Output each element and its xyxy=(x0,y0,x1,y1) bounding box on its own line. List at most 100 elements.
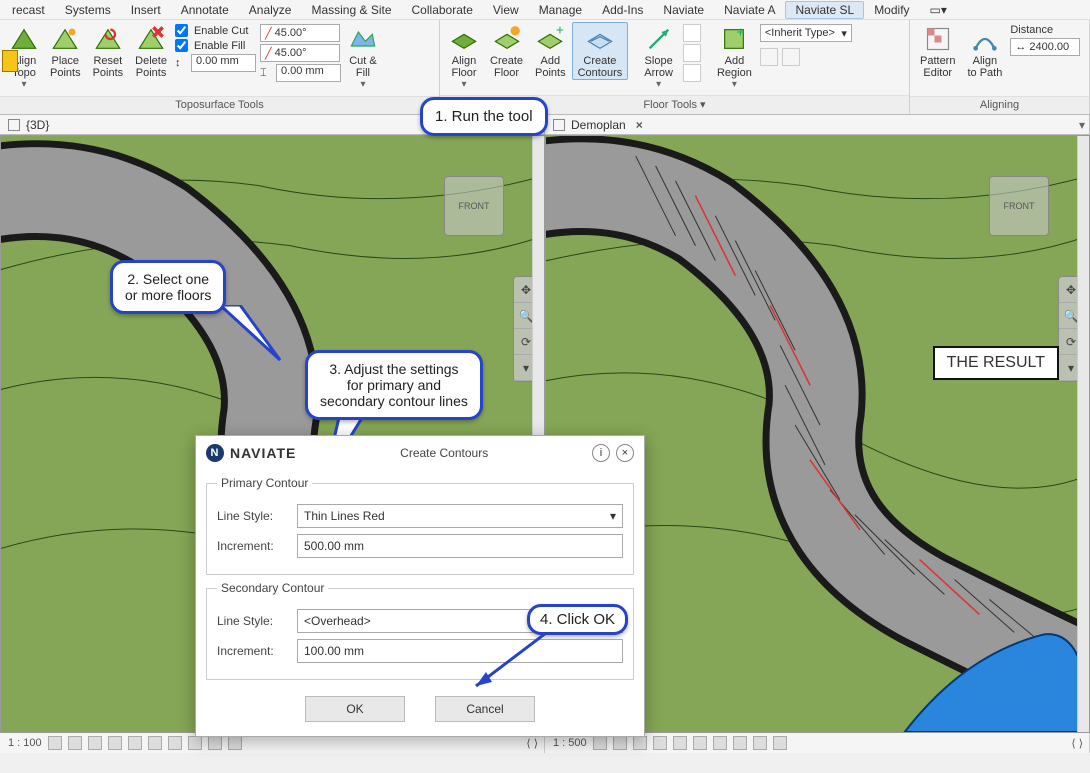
align-floor-button[interactable]: Align Floor ▾ xyxy=(444,22,484,90)
menu-item[interactable]: Add-Ins xyxy=(592,1,653,19)
menu-item[interactable]: Modify xyxy=(864,1,919,19)
status-icon[interactable] xyxy=(773,736,787,750)
place-points-button[interactable]: Place Points xyxy=(44,22,87,79)
status-icon[interactable] xyxy=(613,736,627,750)
view-icon xyxy=(553,119,565,131)
status-icon[interactable] xyxy=(208,736,222,750)
secondary-contour-group: Secondary Contour Line Style: <Overhead>… xyxy=(206,581,634,680)
status-icon[interactable] xyxy=(753,736,767,750)
offset2-input[interactable]: 0.00 mm xyxy=(276,64,341,82)
view-dropdown[interactable]: ▾ xyxy=(1079,118,1085,132)
status-icon[interactable] xyxy=(128,736,142,750)
viewcube[interactable]: FRONT xyxy=(444,176,504,236)
mini-tool-1[interactable] xyxy=(683,24,701,42)
inherit-type-select[interactable]: <Inherit Type>▾ xyxy=(760,24,852,42)
add-region-button[interactable]: + Add Region ▾ xyxy=(711,22,758,90)
scroll-handle[interactable]: ⟨ ⟩ xyxy=(1071,737,1083,750)
menu-item[interactable]: Analyze xyxy=(239,1,302,19)
status-icon[interactable] xyxy=(48,736,62,750)
callout-2-tail xyxy=(210,305,290,365)
reset-icon xyxy=(94,25,122,53)
status-icon[interactable] xyxy=(653,736,667,750)
status-icon[interactable] xyxy=(713,736,727,750)
pattern-editor-button[interactable]: Pattern Editor xyxy=(914,22,961,79)
reset-points-button[interactable]: Reset Points xyxy=(87,22,130,79)
offset1-input[interactable]: 0.00 mm xyxy=(191,54,256,72)
create-contours-dialog: NNAVIATE Create Contours i × Primary Con… xyxy=(195,435,645,737)
primary-increment-input[interactable]: 500.00 mm xyxy=(297,534,623,558)
region-tool-b[interactable] xyxy=(782,48,800,66)
ribbon: Align Topo ▾ Place Points Reset Points D… xyxy=(0,20,1090,115)
view-tab-left[interactable]: {3D} xyxy=(26,118,49,132)
scroll-handle[interactable]: ⟨ ⟩ xyxy=(526,737,538,750)
alignfloor-icon xyxy=(450,25,478,53)
menu-item-active[interactable]: Naviate SL xyxy=(785,1,864,19)
contours-icon xyxy=(586,25,614,53)
side-badge xyxy=(2,50,18,72)
status-icon[interactable] xyxy=(68,736,82,750)
viewcube[interactable]: FRONT xyxy=(989,176,1049,236)
enable-fill-label: Enable Fill xyxy=(194,40,245,52)
topo-icon xyxy=(10,25,38,53)
create-floor-button[interactable]: Create Floor xyxy=(484,22,529,79)
menu-item[interactable]: Systems xyxy=(55,1,121,19)
enable-fill-checkbox[interactable] xyxy=(175,39,188,52)
menu-item[interactable]: Manage xyxy=(529,1,592,19)
callout-4-arrow xyxy=(466,628,566,698)
mini-tool-2[interactable] xyxy=(683,44,701,62)
status-icon[interactable] xyxy=(188,736,202,750)
menu-item[interactable]: recast xyxy=(2,1,55,19)
status-icon[interactable] xyxy=(693,736,707,750)
menu-item[interactable]: View xyxy=(483,1,529,19)
menu-item[interactable]: Insert xyxy=(121,1,171,19)
region-tool-a[interactable] xyxy=(760,48,778,66)
scale-right[interactable]: 1 : 500 xyxy=(553,737,587,749)
enable-cut-checkbox[interactable] xyxy=(175,24,188,37)
dialog-close-button[interactable]: × xyxy=(616,444,634,462)
status-icon[interactable] xyxy=(228,736,242,750)
dialog-brand: NNAVIATE xyxy=(206,444,296,462)
menu-item[interactable]: Collaborate xyxy=(402,1,483,19)
ribbon-group-label: Aligning xyxy=(910,96,1089,114)
menu-item[interactable]: Naviate A xyxy=(714,1,785,19)
distance-input[interactable]: ↔ 2400.00 xyxy=(1010,38,1080,56)
secondary-line-style-select[interactable]: <Overhead> 4. Click OK ▾ xyxy=(297,609,623,633)
menu-extra-icon[interactable]: ▭▾ xyxy=(920,1,957,19)
mini-tool-3[interactable] xyxy=(683,64,701,82)
status-icon[interactable] xyxy=(593,736,607,750)
increment-label: Increment: xyxy=(217,539,287,553)
line-style-label: Line Style: xyxy=(217,614,287,628)
ok-button[interactable]: OK xyxy=(305,696,405,722)
menu-item[interactable]: Naviate xyxy=(653,1,714,19)
primary-line-style-select[interactable]: Thin Lines Red▾ xyxy=(297,504,623,528)
status-icon[interactable] xyxy=(673,736,687,750)
cancel-button[interactable]: Cancel xyxy=(435,696,535,722)
viewport-area: FRONT ✥ 🔍 ⟳ ▾ xyxy=(0,135,1090,733)
status-icon[interactable] xyxy=(108,736,122,750)
scrollbar-vertical[interactable] xyxy=(1077,136,1089,732)
status-icon[interactable] xyxy=(733,736,747,750)
cut-and-fill-button[interactable]: Cut & Fill ▾ xyxy=(343,22,383,90)
callout-3: 3. Adjust the settings for primary and s… xyxy=(305,350,483,420)
add-points-button[interactable]: + Add Points xyxy=(529,22,572,79)
delete-points-button[interactable]: Delete Points xyxy=(129,22,173,79)
menu-item[interactable]: Annotate xyxy=(171,1,239,19)
main-menu: recast Systems Insert Annotate Analyze M… xyxy=(0,0,1090,20)
create-contours-button[interactable]: Create Contours xyxy=(572,22,629,80)
align-to-path-button[interactable]: Align to Path xyxy=(961,22,1008,79)
status-icon[interactable] xyxy=(148,736,162,750)
delete-icon xyxy=(137,25,165,53)
close-tab-button[interactable]: × xyxy=(632,118,647,132)
secondary-increment-input[interactable]: 100.00 mm xyxy=(297,639,623,663)
slope-arrow-button[interactable]: Slope Arrow ▾ xyxy=(638,22,679,90)
status-icon[interactable] xyxy=(88,736,102,750)
view-tab-right[interactable]: Demoplan xyxy=(571,118,626,132)
cut-angle-input[interactable]: ╱ 45.00° xyxy=(260,24,340,42)
scale-left[interactable]: 1 : 100 xyxy=(8,737,42,749)
status-icon[interactable] xyxy=(633,736,647,750)
menu-item[interactable]: Massing & Site xyxy=(301,1,401,19)
status-icon[interactable] xyxy=(168,736,182,750)
fill-angle-input[interactable]: ╱ 45.00° xyxy=(260,44,340,62)
primary-contour-group: Primary Contour Line Style: Thin Lines R… xyxy=(206,476,634,575)
dialog-help-button[interactable]: i xyxy=(592,444,610,462)
